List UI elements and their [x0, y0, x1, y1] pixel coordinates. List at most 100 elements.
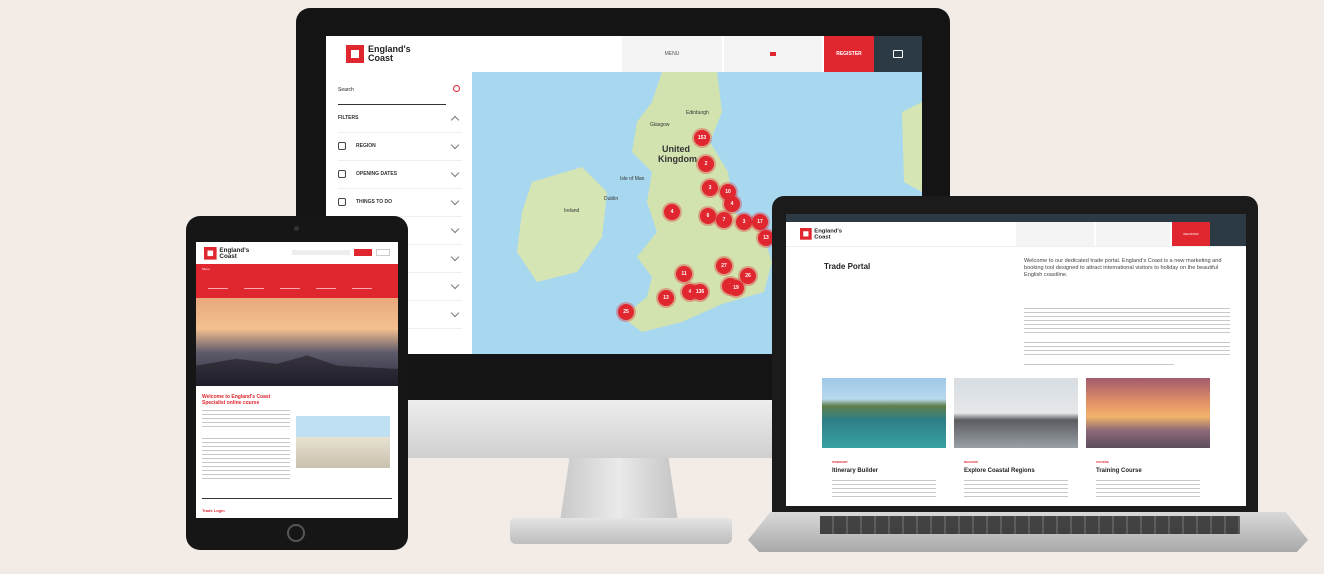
briefcase-button[interactable]	[874, 36, 922, 72]
card-image	[822, 378, 946, 448]
home-button[interactable]	[287, 524, 305, 542]
filter-things-to-do[interactable]: THINGS TO DO	[338, 188, 462, 217]
tablet-screen: England's Coast Menu Welcome to England'…	[196, 242, 398, 518]
logo-mark-icon	[204, 247, 217, 260]
text-block	[202, 410, 290, 430]
nav-item[interactable]	[244, 278, 264, 289]
map-label: Kingdom	[658, 154, 697, 164]
register-button[interactable]	[354, 249, 372, 256]
logo-line2: Coast	[219, 252, 237, 260]
map-cluster-pin[interactable]: 2	[698, 156, 714, 172]
map-cluster-pin[interactable]: 26	[740, 268, 756, 284]
map-label: Edinburgh	[686, 110, 709, 116]
chevron-down-icon	[450, 252, 460, 262]
map-label: Glasgow	[650, 122, 670, 128]
login-button[interactable]	[376, 249, 390, 256]
briefcase-button[interactable]	[1210, 222, 1246, 246]
language-selector[interactable]	[1096, 222, 1170, 246]
user-icon	[338, 142, 346, 150]
map-cluster-pin[interactable]: 25	[618, 304, 634, 320]
text-block	[964, 480, 1068, 498]
card-title[interactable]: Training Course	[1096, 468, 1142, 474]
nav-label: Menu	[202, 267, 210, 271]
card-tag: COURSE	[1096, 460, 1109, 464]
tablet-nav: Menu	[196, 264, 398, 298]
ticket-icon	[338, 198, 346, 206]
chevron-down-icon	[450, 140, 460, 150]
chevron-down-icon	[450, 196, 460, 206]
chevron-down-icon	[450, 280, 460, 290]
text-block	[1024, 342, 1230, 356]
text-block	[832, 480, 936, 498]
text-block	[1024, 308, 1230, 336]
filters-header[interactable]: FILTERS	[338, 104, 462, 133]
flag-icon	[770, 52, 776, 56]
desktop-header: England's Coast MENU REGISTER	[326, 36, 922, 73]
map-cluster-pin[interactable]: 17	[752, 214, 768, 230]
brand-logo[interactable]: England's Coast	[204, 247, 252, 260]
map-cluster-pin[interactable]: 10	[720, 184, 736, 200]
text-block	[1024, 364, 1174, 368]
nav-item[interactable]	[208, 278, 228, 289]
card-tag: ITINERARY	[832, 460, 849, 464]
chevron-down-icon	[450, 308, 460, 318]
chevron-down-icon	[450, 224, 460, 234]
map-cluster-pin[interactable]: 11	[676, 266, 692, 282]
menu-button[interactable]: MENU	[622, 36, 722, 72]
laptop-header: England's Coast REGISTER	[786, 222, 1246, 247]
nav-item[interactable]	[280, 278, 300, 289]
chevron-down-icon	[450, 168, 460, 178]
search-icon[interactable]	[453, 85, 460, 92]
card-title[interactable]: Explore Coastal Regions	[964, 468, 1035, 474]
tablet-subheadline: Specialist online course	[202, 400, 260, 406]
menu-button[interactable]	[1016, 222, 1094, 246]
map-cluster-pin[interactable]: 4	[664, 204, 680, 220]
card-tag: REGIONS	[964, 460, 978, 464]
card-title[interactable]: Itinerary Builder	[832, 468, 878, 474]
chevron-up-icon	[450, 115, 460, 125]
logo-mark-icon	[800, 228, 812, 240]
map-label: United	[662, 144, 690, 154]
map-cluster-pin[interactable]: 3	[702, 180, 718, 196]
text-block	[1096, 480, 1200, 498]
briefcase-icon	[893, 50, 903, 58]
nav-item[interactable]	[316, 278, 336, 289]
brand-logo[interactable]: England's Coast	[346, 45, 414, 63]
tablet-intro: Welcome to England's Coast Specialist on…	[202, 394, 312, 406]
laptop-screen: England's Coast REGISTER Trade Portal We…	[786, 214, 1246, 506]
register-button[interactable]: REGISTER	[1172, 222, 1210, 246]
desktop-foot	[510, 518, 732, 544]
card-image	[954, 378, 1078, 448]
filter-opening-dates[interactable]: OPENING DATES	[338, 160, 462, 189]
logo-line2: Coast	[814, 233, 831, 240]
intro-text: Welcome to our dedicated trade portal. E…	[1024, 258, 1222, 278]
laptop-keyboard	[820, 516, 1240, 534]
nav-item[interactable]	[352, 278, 372, 289]
map-cluster-pin[interactable]: 7	[716, 212, 732, 228]
text-block	[202, 438, 290, 482]
laptop-topstrip	[786, 214, 1246, 222]
logo-line2: Coast	[368, 53, 394, 63]
brand-logo[interactable]: England's Coast	[800, 228, 844, 240]
map-cluster-pin[interactable]: 19	[728, 280, 744, 296]
map-cluster-pin[interactable]: 153	[694, 130, 710, 146]
map-cluster-pin[interactable]: 6	[700, 208, 716, 224]
map-label: Isle of Man	[620, 176, 645, 182]
language-selector[interactable]	[724, 36, 822, 72]
search-input[interactable]: Search	[338, 76, 446, 105]
map-cluster-pin[interactable]: 27	[716, 258, 732, 274]
desktop-stand	[560, 458, 678, 522]
register-button[interactable]: REGISTER	[824, 36, 874, 72]
map-cluster-pin[interactable]: 3	[736, 214, 752, 230]
trade-login-link[interactable]: Trade Login	[202, 508, 225, 513]
camera-icon	[294, 226, 299, 231]
map-label: Ireland	[564, 208, 580, 214]
logo-mark-icon	[346, 45, 364, 63]
map-label: Dublin	[604, 196, 619, 202]
search-input[interactable]	[292, 250, 350, 255]
map-cluster-pin[interactable]: 13	[658, 290, 674, 306]
page-title: Trade Portal	[824, 262, 871, 271]
calendar-icon	[338, 170, 346, 178]
map-cluster-pin[interactable]: 136	[692, 284, 708, 300]
filter-region[interactable]: REGION	[338, 132, 462, 161]
